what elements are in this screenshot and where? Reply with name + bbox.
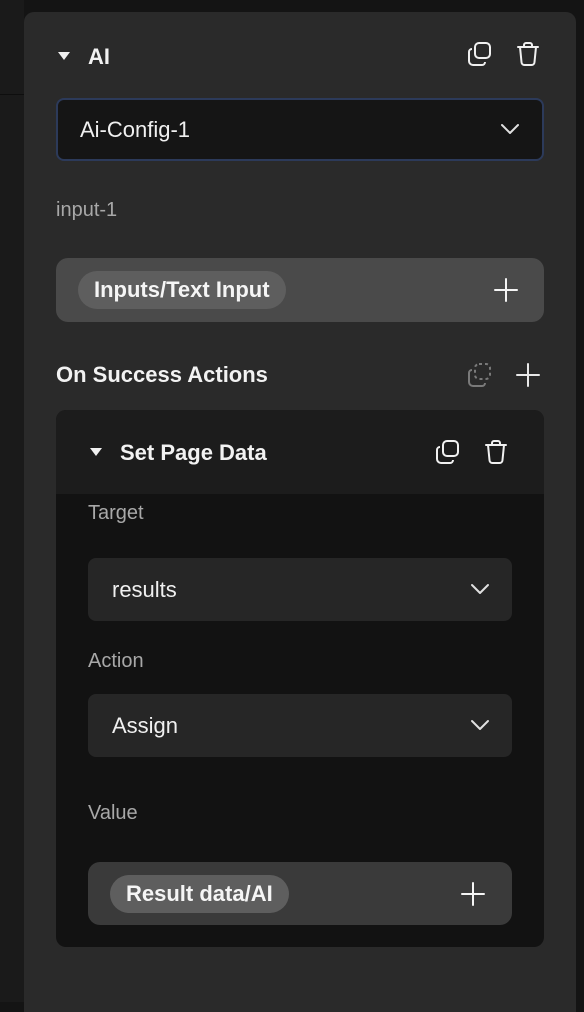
copy-icon — [468, 42, 491, 66]
plus-icon[interactable] — [460, 881, 486, 907]
action-card-title: Set Page Data — [120, 440, 267, 465]
action-card-header[interactable]: Set Page Data — [56, 410, 544, 494]
chevron-down-icon — [501, 123, 519, 134]
input-binding-chip[interactable]: Inputs/Text Input — [78, 271, 286, 309]
caret-down-icon — [58, 52, 70, 60]
duplicate-action-button[interactable] — [434, 438, 462, 466]
on-success-title: On Success Actions — [56, 362, 268, 387]
ai-config-value: Ai-Config-1 — [80, 116, 191, 142]
delete-action-button[interactable] — [482, 438, 510, 466]
value-label: Value — [88, 802, 138, 824]
trash-icon — [485, 440, 507, 464]
delete-section-button[interactable] — [514, 40, 542, 68]
add-action-button[interactable] — [515, 362, 541, 388]
section-toggle[interactable]: AI — [54, 42, 134, 72]
section-title: AI — [88, 44, 110, 69]
action-select[interactable]: Assign — [88, 694, 512, 757]
value-binding-field[interactable]: Result data/AI — [88, 862, 512, 925]
input-binding-field[interactable]: Inputs/Text Input — [56, 258, 544, 322]
chevron-down-icon — [471, 719, 489, 730]
divider — [0, 94, 24, 95]
target-label: Target — [88, 502, 144, 524]
value-binding-chip[interactable]: Result data/AI — [110, 875, 289, 913]
duplicate-section-button[interactable] — [466, 40, 494, 68]
action-card: Set Page Data Target results Action Assi… — [56, 410, 544, 947]
target-value: results — [112, 576, 177, 602]
paste-icon[interactable] — [467, 362, 493, 388]
action-value: Assign — [112, 712, 179, 738]
target-select[interactable]: results — [88, 558, 512, 621]
plus-icon[interactable] — [493, 277, 519, 303]
input-label: input-1 — [56, 199, 118, 221]
chevron-down-icon — [471, 583, 489, 594]
action-label: Action — [88, 650, 144, 672]
caret-down-icon — [90, 448, 102, 456]
ai-config-select[interactable]: Ai-Config-1 — [56, 98, 544, 161]
copy-icon — [436, 440, 459, 464]
left-rail — [0, 0, 24, 1002]
trash-icon — [517, 42, 539, 66]
